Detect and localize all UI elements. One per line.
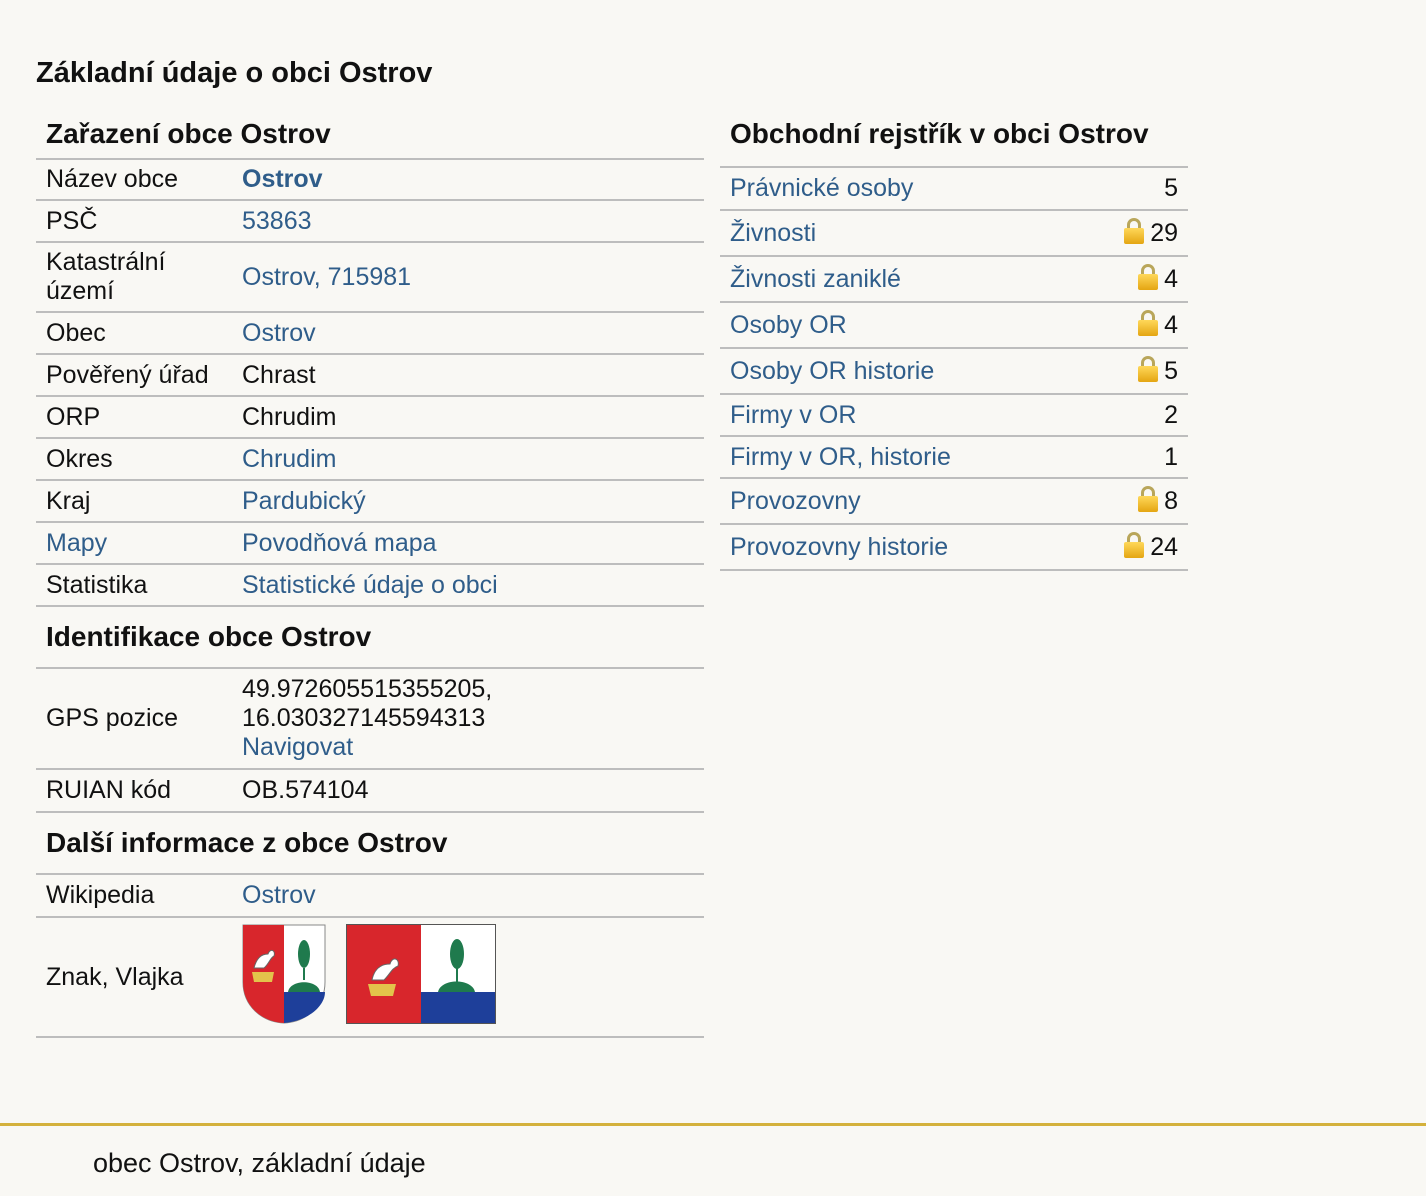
more-info-title: Další informace z obce Ostrov xyxy=(36,813,704,875)
classification-row: Kraj Pardubický xyxy=(36,480,704,523)
registry-title: Obchodní rejstřík v obci Ostrov xyxy=(720,110,1188,168)
classification-row: Statistika Statistické údaje o obci xyxy=(36,564,704,607)
registry-row: Firmy v OR, historie 1 xyxy=(720,436,1188,479)
registry-count: 2 xyxy=(1164,400,1178,429)
gps-latitude: 49.972605515355205, xyxy=(242,675,493,703)
gps-row: GPS pozice 49.972605515355205, 16.030327… xyxy=(36,669,704,770)
lock-icon xyxy=(1138,310,1159,336)
identification-title: Identifikace obce Ostrov xyxy=(36,607,704,669)
classification-row: Obec Ostrov xyxy=(36,312,704,355)
ruian-value: OB.574104 xyxy=(232,769,704,813)
gps-longitude: 16.030327145594313 xyxy=(242,704,486,732)
registry-table: Právnické osoby 5 Živnosti 29 Živnosti zanik… xyxy=(720,168,1188,571)
registry-row: Živnosti 29 xyxy=(720,210,1188,257)
row-value-link[interactable]: Statistické údaje o obci xyxy=(242,571,498,599)
row-value-link[interactable]: Ostrov xyxy=(242,165,323,193)
emblem-row: Znak, Vlajka xyxy=(36,917,704,1038)
right-column: Obchodní rejstřík v obci Ostrov Právnick… xyxy=(720,110,1188,571)
classification-row: Mapy Povodňová mapa xyxy=(36,522,704,565)
registry-link[interactable]: Právnické osoby xyxy=(730,174,913,202)
classification-row: ORP Chrudim xyxy=(36,396,704,439)
registry-link[interactable]: Osoby OR xyxy=(730,311,847,339)
classification-table: Název obce Ostrov PSČ 53863 Katastrální územ… xyxy=(36,160,704,607)
navigate-link[interactable]: Navigovat xyxy=(242,733,353,761)
flag-image[interactable] xyxy=(346,924,496,1024)
row-label: Katastrální území xyxy=(46,248,166,305)
registry-row: Provozovny historie 24 xyxy=(720,524,1188,571)
row-label: Název obce xyxy=(46,165,179,193)
more-info-table: Wikipedia Ostrov Znak, Vlajka xyxy=(36,875,704,1038)
gps-label: GPS pozice xyxy=(36,669,232,770)
registry-count: 5 xyxy=(1164,357,1178,385)
lock-icon xyxy=(1138,264,1159,290)
row-value-link[interactable]: Chrudim xyxy=(242,445,336,473)
row-label: Kraj xyxy=(46,486,91,515)
row-label: ORP xyxy=(46,402,101,431)
classification-row: Pověřený úřad Chrast xyxy=(36,354,704,397)
registry-link[interactable]: Provozovny historie xyxy=(730,533,948,561)
identification-table: GPS pozice 49.972605515355205, 16.030327… xyxy=(36,669,704,813)
registry-count: 29 xyxy=(1150,219,1178,247)
registry-link[interactable]: Živnosti xyxy=(730,219,816,247)
row-value-link[interactable]: 53863 xyxy=(242,207,312,235)
footer-divider xyxy=(0,1123,1426,1126)
row-value: Chrast xyxy=(242,360,316,389)
registry-row: Živnosti zaniklé 4 xyxy=(720,256,1188,303)
row-value-link[interactable]: Pardubický xyxy=(242,487,366,515)
classification-row: PSČ 53863 xyxy=(36,200,704,243)
lock-icon xyxy=(1138,356,1159,382)
classification-row: Katastrální území Ostrov, 715981 xyxy=(36,242,704,313)
lock-icon xyxy=(1138,486,1159,512)
page-title: Základní údaje o obci Ostrov xyxy=(36,57,433,89)
lock-icon xyxy=(1124,218,1145,244)
classification-row: Okres Chrudim xyxy=(36,438,704,481)
registry-row: Právnické osoby 5 xyxy=(720,168,1188,211)
gps-value: 49.972605515355205, 16.030327145594313 N… xyxy=(232,669,704,770)
row-label: Statistika xyxy=(46,570,148,599)
registry-row: Osoby OR 4 xyxy=(720,302,1188,349)
registry-count: 5 xyxy=(1164,174,1178,202)
classification-row: Název obce Ostrov xyxy=(36,160,704,201)
coat-of-arms-image[interactable] xyxy=(242,924,326,1024)
registry-row: Firmy v OR 2 xyxy=(720,394,1188,437)
row-label: Okres xyxy=(46,444,113,473)
wikipedia-row: Wikipedia Ostrov xyxy=(36,875,704,918)
wikipedia-link[interactable]: Ostrov xyxy=(242,881,316,909)
classification-title: Zařazení obce Ostrov xyxy=(36,110,704,160)
registry-count: 4 xyxy=(1164,265,1178,293)
registry-count: 4 xyxy=(1164,311,1178,339)
lock-icon xyxy=(1124,532,1145,558)
row-label: Obec xyxy=(46,318,106,347)
registry-link[interactable]: Osoby OR historie xyxy=(730,357,934,385)
registry-row: Osoby OR historie 5 xyxy=(720,348,1188,395)
row-label: PSČ xyxy=(46,206,98,235)
row-value-link[interactable]: Povodňová mapa xyxy=(242,529,437,557)
registry-link[interactable]: Živnosti zaniklé xyxy=(730,265,901,293)
left-column: Zařazení obce Ostrov Název obce Ostrov PSČ… xyxy=(36,110,704,1038)
footer-text: obec Ostrov, základní údaje xyxy=(93,1148,426,1178)
emblem-label: Znak, Vlajka xyxy=(36,917,232,1038)
ruian-row: RUIAN kód OB.574104 xyxy=(36,769,704,813)
registry-link[interactable]: Firmy v OR, historie xyxy=(730,443,951,471)
row-value-link[interactable]: Ostrov xyxy=(242,319,316,347)
registry-link[interactable]: Provozovny xyxy=(730,487,861,515)
ruian-label: RUIAN kód xyxy=(36,769,232,813)
registry-count: 24 xyxy=(1150,533,1178,561)
row-label: Pověřený úřad xyxy=(46,360,209,389)
registry-count: 8 xyxy=(1164,487,1178,515)
row-value: Chrudim xyxy=(242,402,337,431)
registry-link[interactable]: Firmy v OR xyxy=(730,401,856,429)
row-value-link[interactable]: Ostrov, 715981 xyxy=(242,263,411,291)
wikipedia-label: Wikipedia xyxy=(36,875,232,918)
registry-row: Provozovny 8 xyxy=(720,478,1188,525)
registry-count: 1 xyxy=(1164,442,1178,471)
row-label[interactable]: Mapy xyxy=(46,529,107,557)
